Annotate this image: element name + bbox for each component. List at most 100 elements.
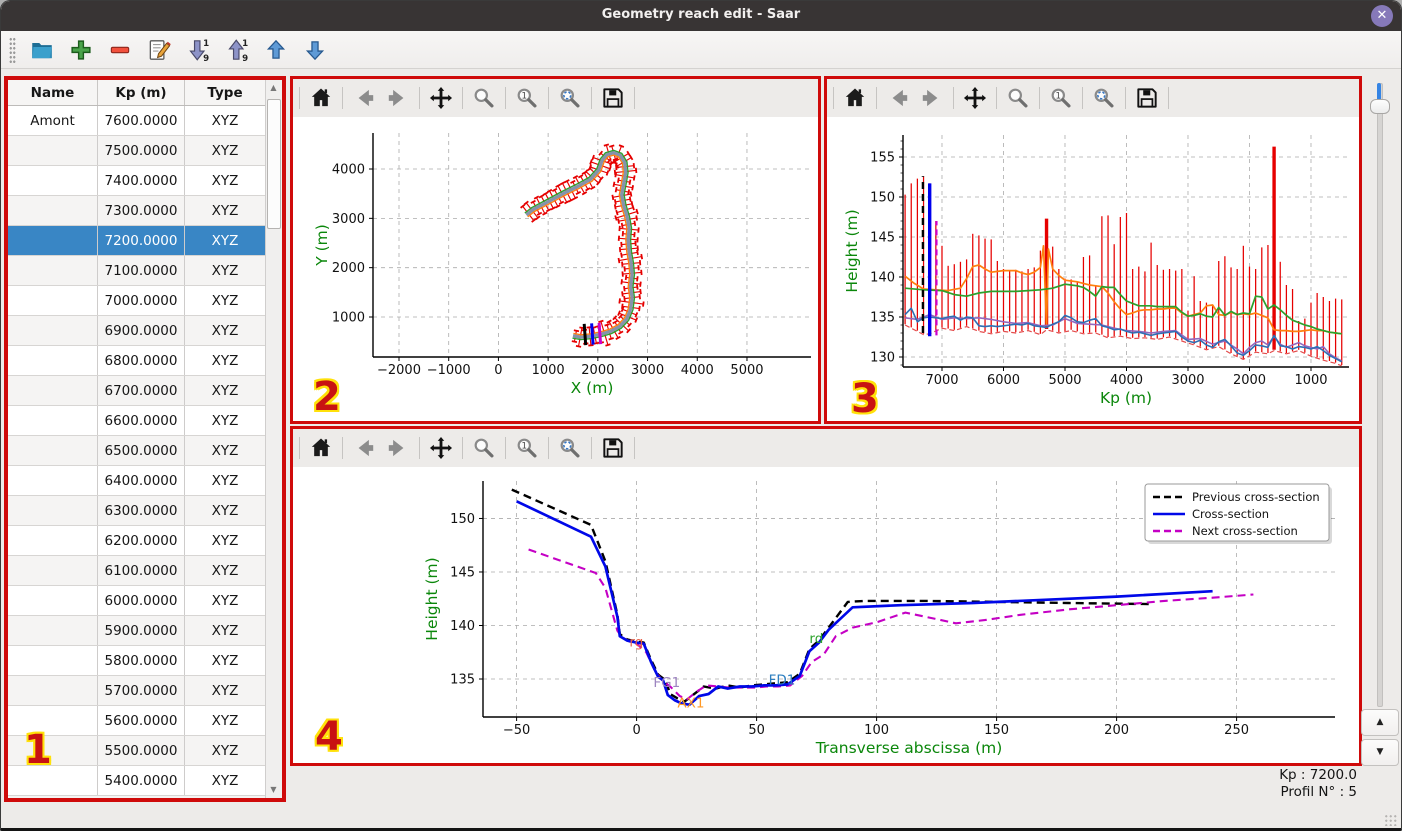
pan-icon[interactable] bbox=[962, 85, 988, 111]
table-row[interactable]: 6600.0000 XYZ bbox=[8, 406, 266, 436]
table-row[interactable]: 7500.0000 XYZ bbox=[8, 136, 266, 166]
table-row[interactable]: Amont 7600.0000 XYZ bbox=[8, 106, 266, 136]
forward-icon[interactable] bbox=[385, 85, 411, 111]
slider-handle[interactable] bbox=[1370, 99, 1390, 114]
table-row[interactable]: 6000.0000 XYZ bbox=[8, 586, 266, 616]
home-icon[interactable] bbox=[308, 85, 334, 111]
profile-down-button[interactable]: ▼ bbox=[1361, 739, 1399, 766]
svg-text:145: 145 bbox=[870, 231, 895, 246]
pan-icon[interactable] bbox=[428, 85, 454, 111]
back-icon[interactable] bbox=[351, 85, 377, 111]
zoom-icon[interactable] bbox=[1005, 85, 1031, 111]
table-row[interactable]: 6800.0000 XYZ bbox=[8, 346, 266, 376]
table-row[interactable]: 6300.0000 XYZ bbox=[8, 496, 266, 526]
svg-text:4000: 4000 bbox=[332, 163, 365, 178]
table-row[interactable]: 6500.0000 XYZ bbox=[8, 436, 266, 466]
cross-section-plot[interactable]: −50 0 50 100 150 200 250135140145150Transverse… bbox=[293, 467, 1359, 763]
back-icon[interactable] bbox=[885, 85, 911, 111]
table-scrollbar[interactable]: ▲ ▼ bbox=[265, 80, 282, 798]
status-profil: Profil N° : 5 bbox=[1280, 784, 1357, 800]
cell-kp: 6200.0000 bbox=[98, 526, 185, 555]
column-header-name[interactable]: Name bbox=[8, 80, 98, 105]
add-icon[interactable] bbox=[68, 37, 94, 63]
edit-icon[interactable] bbox=[146, 37, 172, 63]
cell-name bbox=[8, 376, 98, 405]
column-header-type[interactable]: Type bbox=[185, 80, 266, 105]
plan-plot-toolbar: 1 bbox=[293, 79, 818, 117]
cell-kp: 6800.0000 bbox=[98, 346, 185, 375]
save-icon[interactable] bbox=[600, 85, 626, 111]
table-row[interactable]: 5700.0000 XYZ bbox=[8, 676, 266, 706]
column-header-kp[interactable]: Kp (m) bbox=[98, 80, 185, 105]
profile-up-button[interactable]: ▲ bbox=[1361, 709, 1399, 736]
home-icon[interactable] bbox=[308, 435, 334, 461]
table-row[interactable]: 7400.0000 XYZ bbox=[8, 166, 266, 196]
save-icon[interactable] bbox=[1134, 85, 1160, 111]
home-icon[interactable] bbox=[842, 85, 868, 111]
long-profile-plot[interactable]: 7000 6000 5000 4000 3000 2000 1000 130 135 140 145… bbox=[827, 117, 1359, 421]
cell-name bbox=[8, 586, 98, 615]
remove-icon[interactable] bbox=[107, 37, 133, 63]
zoom-one-icon[interactable]: 1 bbox=[1048, 85, 1074, 111]
scrollbar-up-icon[interactable]: ▲ bbox=[266, 80, 281, 96]
move-down-icon[interactable] bbox=[302, 37, 328, 63]
table-row[interactable]: 6900.0000 XYZ bbox=[8, 316, 266, 346]
close-button[interactable]: ✕ bbox=[1371, 5, 1393, 27]
cross-section-plot-toolbar: 1 bbox=[293, 429, 1359, 467]
panel-number-1: 1 bbox=[24, 727, 52, 773]
table-row[interactable]: 7200.0000 XYZ bbox=[8, 226, 266, 256]
profile-slider[interactable] bbox=[1369, 83, 1390, 707]
sort-descending-icon[interactable]: 19 bbox=[185, 37, 211, 63]
toolbar-drag-handle[interactable] bbox=[9, 36, 16, 63]
open-icon[interactable] bbox=[29, 37, 55, 63]
cell-kp: 5600.0000 bbox=[98, 706, 185, 735]
toolbar-separator bbox=[996, 87, 997, 109]
cell-name bbox=[8, 346, 98, 375]
svg-text:4000: 4000 bbox=[681, 363, 714, 378]
forward-icon[interactable] bbox=[385, 435, 411, 461]
scrollbar-thumb[interactable] bbox=[267, 99, 281, 229]
table-row[interactable]: 6200.0000 XYZ bbox=[8, 526, 266, 556]
zoom-icon[interactable] bbox=[471, 435, 497, 461]
plan-view-plot[interactable]: −2000 −1000 0 1000 2000 3000 4000 5000 1000 2000 3… bbox=[293, 117, 818, 421]
toolbar-separator bbox=[1039, 87, 1040, 109]
svg-text:Cross-section: Cross-section bbox=[1192, 507, 1269, 521]
svg-text:100: 100 bbox=[864, 723, 889, 738]
pan-icon[interactable] bbox=[428, 435, 454, 461]
cross-sections-table-panel: Name Kp (m) Type Amont 7600.0000 XYZ 7500.0… bbox=[4, 76, 286, 802]
cell-type: XYZ bbox=[185, 556, 266, 585]
cell-type: XYZ bbox=[185, 706, 266, 735]
forward-icon[interactable] bbox=[919, 85, 945, 111]
toolbar-separator bbox=[342, 437, 343, 459]
slider-track[interactable] bbox=[1377, 83, 1383, 707]
zoom-one-icon[interactable]: 1 bbox=[514, 85, 540, 111]
table-row[interactable]: 6100.0000 XYZ bbox=[8, 556, 266, 586]
zoom-fit-icon[interactable] bbox=[557, 85, 583, 111]
table-row[interactable]: 6400.0000 XYZ bbox=[8, 466, 266, 496]
profile-plot-toolbar: 1 bbox=[827, 79, 1359, 117]
table-row[interactable]: 6700.0000 XYZ bbox=[8, 376, 266, 406]
zoom-fit-icon[interactable] bbox=[557, 435, 583, 461]
table-row[interactable]: 5800.0000 XYZ bbox=[8, 646, 266, 676]
table-row[interactable]: 5900.0000 XYZ bbox=[8, 616, 266, 646]
down-arrow-icon: ▼ bbox=[1376, 747, 1384, 757]
panel-number-4: 4 bbox=[315, 714, 343, 760]
zoom-fit-icon[interactable] bbox=[1091, 85, 1117, 111]
title-bar[interactable]: Geometry reach edit - Saar ✕ bbox=[1, 1, 1401, 31]
table-row[interactable]: 7300.0000 XYZ bbox=[8, 196, 266, 226]
table-row[interactable]: 7000.0000 XYZ bbox=[8, 286, 266, 316]
scrollbar-down-icon[interactable]: ▼ bbox=[266, 782, 281, 798]
cell-name bbox=[8, 616, 98, 645]
svg-text:145: 145 bbox=[450, 565, 475, 580]
svg-text:Kp (m): Kp (m) bbox=[1100, 389, 1152, 407]
table-row[interactable]: 7100.0000 XYZ bbox=[8, 256, 266, 286]
resize-grip[interactable] bbox=[1384, 814, 1398, 826]
zoom-one-icon[interactable]: 1 bbox=[514, 435, 540, 461]
sort-ascending-icon[interactable]: 19 bbox=[224, 37, 250, 63]
zoom-icon[interactable] bbox=[471, 85, 497, 111]
cell-name bbox=[8, 226, 98, 255]
toolbar-separator bbox=[548, 87, 549, 109]
save-icon[interactable] bbox=[600, 435, 626, 461]
back-icon[interactable] bbox=[351, 435, 377, 461]
move-up-icon[interactable] bbox=[263, 37, 289, 63]
